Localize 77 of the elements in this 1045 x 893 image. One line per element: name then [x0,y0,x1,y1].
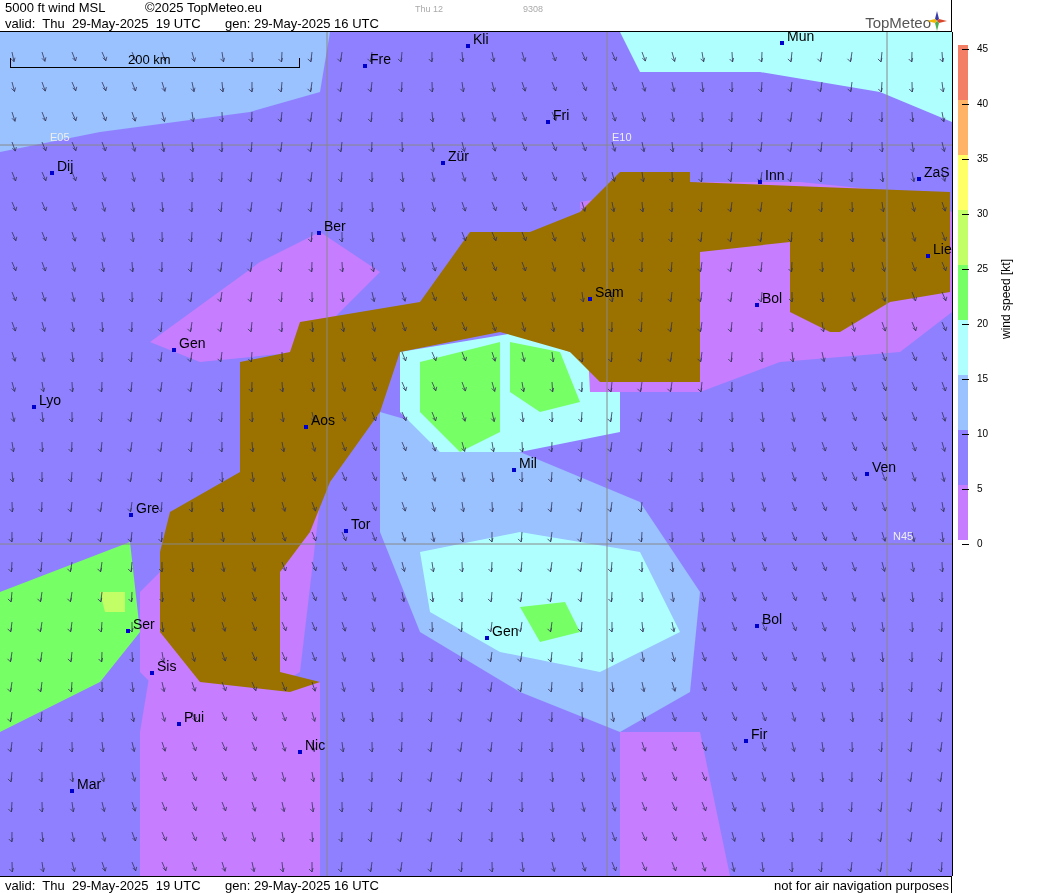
valid-time: valid: Thu 29-May-2025 19 UTC [5,877,202,893]
city-label: Dij [57,158,74,174]
city-label: Aos [311,412,336,428]
city-marker-icon [546,120,550,124]
city-label: Kli [473,32,489,47]
city-label: Ven [872,459,897,475]
city-label: Fri [553,107,570,123]
grid-label: N45 [893,530,914,542]
logo-text: TopMeteo [865,14,931,31]
city-marker-icon [926,254,930,258]
city-marker-icon [344,529,348,533]
city-label: Zür [448,148,469,164]
city-marker-icon [177,722,181,726]
scale-tick-label: 25 [977,262,989,276]
city-label: Gen [492,623,519,639]
city-marker-icon [363,64,367,68]
forecast-step: Thu 12 [415,1,444,17]
city-label: Gre [136,500,160,516]
city-marker-icon [317,231,321,235]
city-marker-icon [865,472,869,476]
city-marker-icon [466,44,470,48]
scale-label: 200 km [128,52,171,67]
city-label: Bol [762,611,783,627]
city-marker-icon [758,180,762,184]
city-label: Ber [324,218,346,234]
city-marker-icon [588,297,592,301]
city-label: Tor [351,516,371,532]
city-label: Pui [184,709,205,725]
city-label: Fre [370,51,391,67]
city-marker-icon [755,624,759,628]
scale-title: wind speed [kt] [999,258,1013,342]
city-marker-icon [780,41,784,45]
city-marker-icon [298,750,302,754]
run-code: 9308 [523,3,544,16]
city-label: Nic [305,737,326,753]
city-marker-icon [441,161,445,165]
city-label: ZaS [924,164,950,180]
city-label: Bol [762,290,783,306]
valid-time: valid: Thu 29-May-2025 19 UTC [5,16,202,32]
city-marker-icon [304,425,308,429]
map-title: 5000 ft wind MSL [5,0,107,16]
city-marker-icon [755,303,759,307]
city-marker-icon [917,177,921,181]
generated-time: gen: 29-May-2025 16 UTC [225,16,379,32]
scale-tick-label: 5 [977,482,983,496]
scale-tick-label: 30 [977,207,989,221]
city-label: Sam [595,284,624,300]
city-label: Sis [157,658,177,674]
city-marker-icon [485,636,489,640]
city-label: Gen [179,335,206,351]
scale-tick-label: 35 [977,152,989,166]
city-marker-icon [70,789,74,793]
disclaimer-text: not for air navigation purposes [774,877,950,893]
city-label: Fir [751,726,768,742]
city-marker-icon [744,739,748,743]
city-marker-icon [512,468,516,472]
city-marker-icon [32,405,36,409]
scale-tick-label: 10 [977,427,989,441]
copyright-text: ©2025 TopMeteo.eu [145,0,264,16]
grid-label: E10 [612,131,632,143]
city-marker-icon [172,348,176,352]
city-label: Inn [765,167,785,183]
city-label: Mar [77,776,102,792]
scale-tick-label: 20 [977,317,989,331]
grid-label: E05 [50,131,70,143]
city-marker-icon [129,513,133,517]
scale-tick-label: 40 [977,97,989,111]
city-label: Mil [519,455,537,471]
city-marker-icon [150,671,154,675]
city-marker-icon [126,629,130,633]
scale-tick-label: 15 [977,372,989,386]
city-label: Lyo [39,392,62,408]
scale-tick-label: 0 [977,537,983,551]
city-marker-icon [50,171,54,175]
scale-tick-label: 45 [977,42,989,56]
generated-time: gen: 29-May-2025 16 UTC [225,877,379,893]
city-label: Mun [787,32,815,44]
